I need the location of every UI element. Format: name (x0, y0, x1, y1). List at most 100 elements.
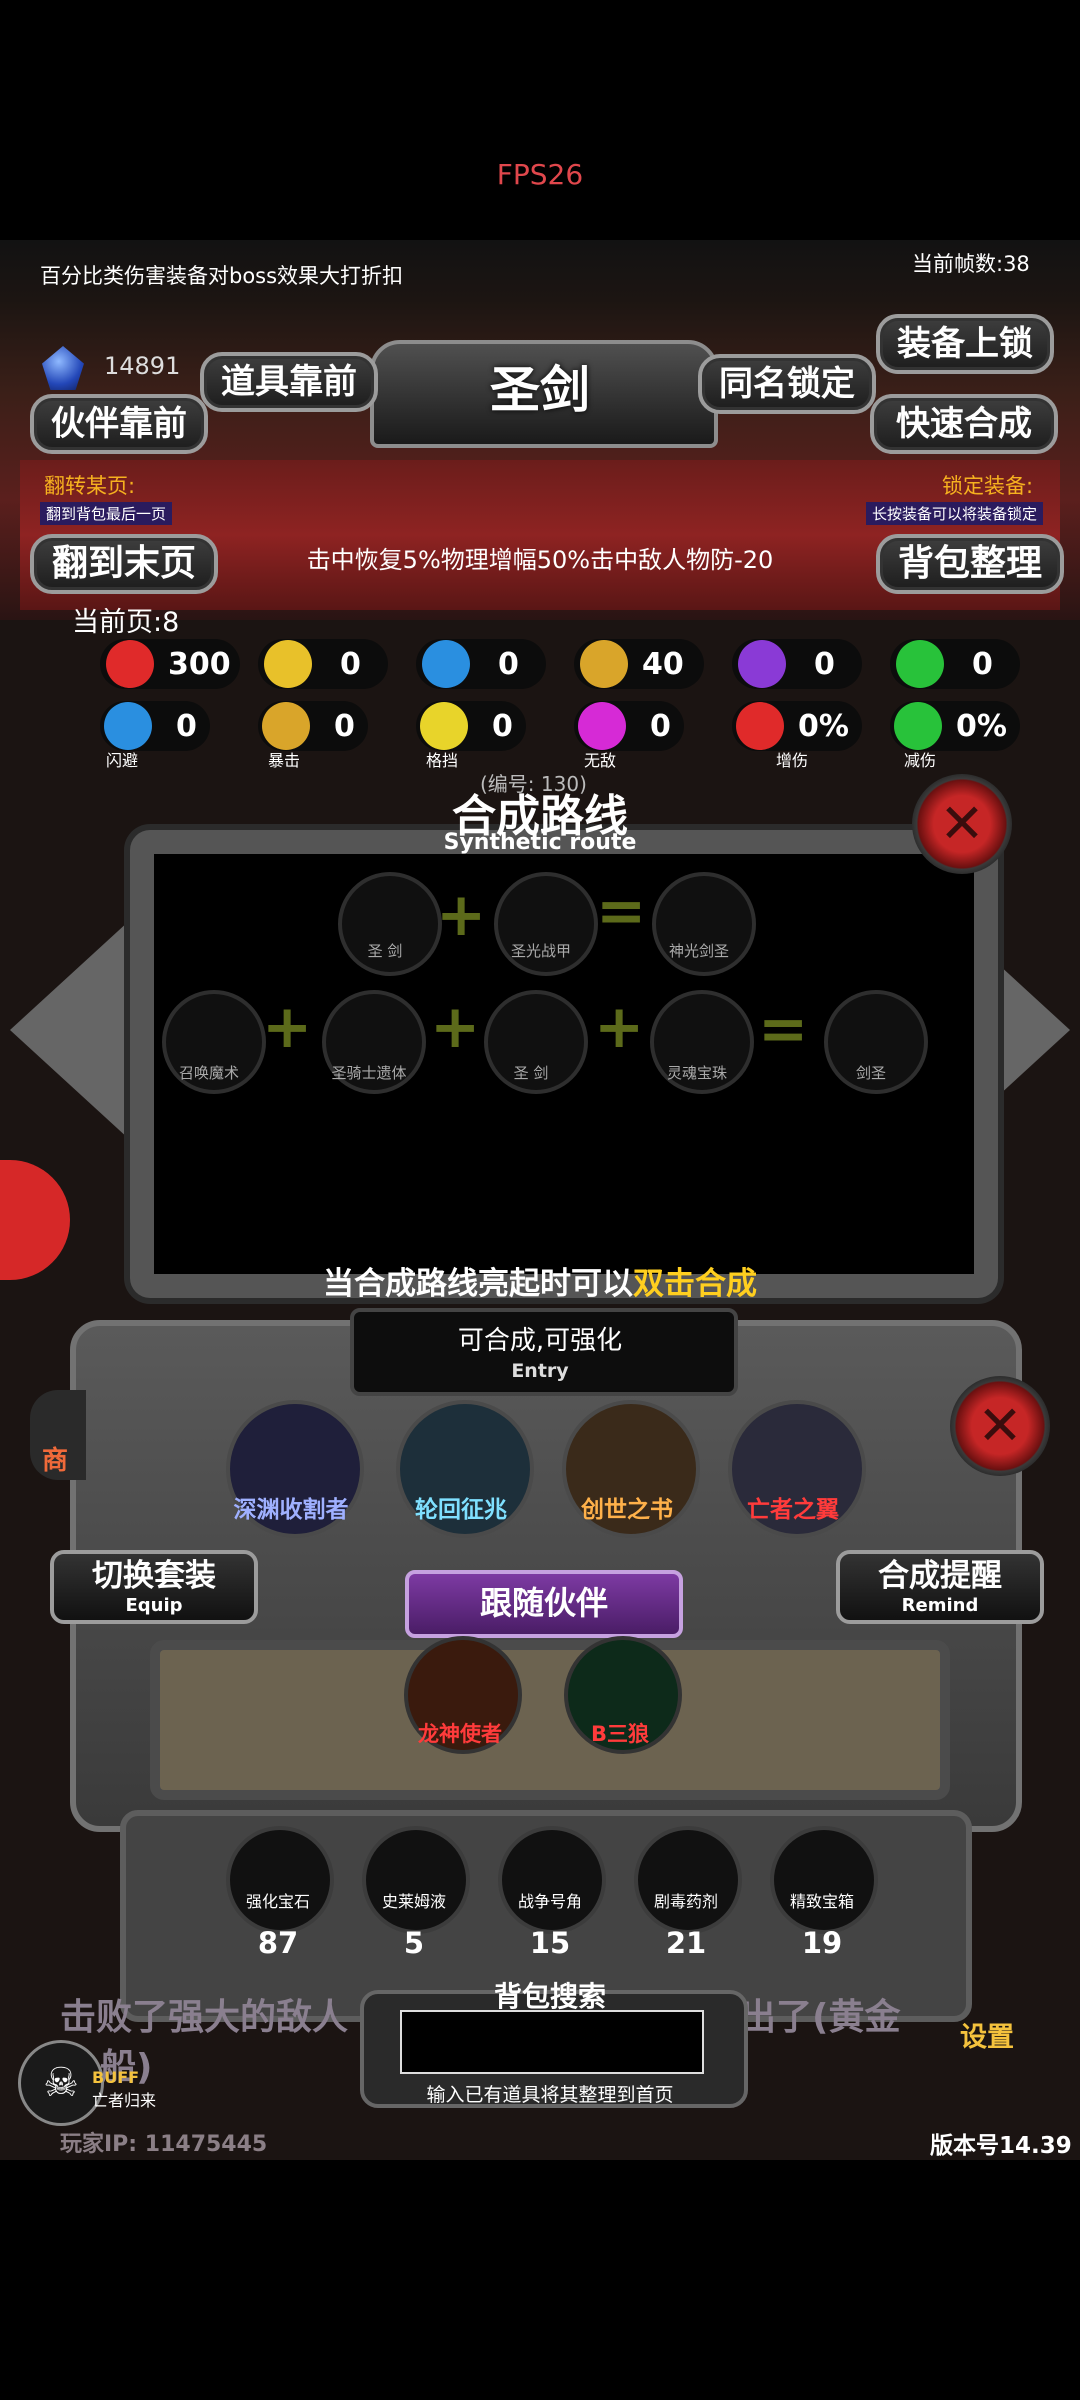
merge-remind-button[interactable]: 合成提醒 Remind (836, 1550, 1044, 1624)
item-name: 深渊收割者 (233, 1497, 349, 1523)
stat-invincible: 0 无敌 (574, 701, 684, 770)
helmet-icon (422, 640, 470, 688)
stat-hp: 300 (100, 639, 240, 689)
stats-row-2: 0 闪避 0 暴击 0 格挡 0 无敌 0% 增伤 0% 减伤 (90, 696, 1040, 776)
merge-hint-1: 当合成路线亮起时可以双击合成 (323, 1266, 757, 1302)
fps-counter: FPS26 (496, 158, 584, 191)
tip-text: 百分比类伤害装备对boss效果大打折扣 (40, 264, 404, 288)
last-page-button[interactable]: 翻到末页 (30, 534, 218, 594)
stat-label: 闪避 (106, 751, 139, 770)
stat-value: 0% (956, 709, 1007, 744)
bag-sort-button[interactable]: 背包整理 (876, 534, 1064, 594)
stat-value: 40 (642, 647, 684, 682)
slot-label: 圣 剑 (367, 942, 403, 960)
invincible-icon (578, 702, 626, 750)
stat-label: 增伤 (776, 751, 809, 770)
stat-damage-up: 0% 增伤 (732, 701, 862, 770)
slot-label: 圣光战甲 (510, 942, 571, 960)
stat-value: 300 (168, 647, 231, 682)
slot-label: 神光剑圣 (668, 942, 729, 960)
material-slot-4[interactable] (634, 1826, 742, 1934)
slot-label: 灵魂宝珠 (666, 1064, 727, 1082)
shop-label: 商 (42, 1446, 69, 1476)
close-entry-button[interactable]: ✕ (950, 1376, 1050, 1476)
block-icon (420, 702, 468, 750)
material-slot-5[interactable] (770, 1826, 878, 1934)
material-name: 史莱姆液 (381, 1892, 446, 1911)
material-name: 精致宝箱 (789, 1892, 854, 1911)
stat-strength: 0 (258, 639, 388, 689)
avatar-icon[interactable] (0, 1160, 70, 1280)
quick-merge-button[interactable]: 快速合成 (870, 394, 1058, 454)
stat-value: 0 (334, 709, 355, 744)
material-name: 强化宝石 (245, 1892, 310, 1911)
material-slot-1[interactable] (226, 1826, 334, 1934)
crit-icon (262, 702, 310, 750)
stat-label: 格挡 (426, 751, 459, 770)
player-ip: 玩家IP: 11475445 (60, 2132, 268, 2157)
plus-icon: + (594, 992, 645, 1062)
material-name: 战争号角 (517, 1892, 582, 1911)
partner-name: 龙神使者 (418, 1722, 502, 1746)
stat-luck: 0 (890, 639, 1020, 689)
stat-label: 暴击 (268, 751, 301, 770)
items-front-button[interactable]: 道具靠前 (200, 352, 378, 412)
version-number: 版本号14.39 (930, 2133, 1072, 2159)
material-slot-2[interactable] (362, 1826, 470, 1934)
stat-value: 0 (972, 647, 993, 682)
same-name-lock-button[interactable]: 同名锁定 (698, 354, 876, 414)
partner-header: 跟随伙伴 (405, 1570, 683, 1638)
stat-crit: 0 暴击 (258, 701, 368, 770)
sword-icon (580, 640, 628, 688)
stat-value: 0% (798, 709, 849, 744)
plus-icon: + (262, 992, 313, 1062)
scroll-message-right: 出了(黄金 (740, 1997, 901, 2038)
material-count: 21 (665, 1926, 707, 1960)
heart-icon (106, 640, 154, 688)
close-icon: ✕ (977, 1394, 1023, 1457)
flip-page-hint: 翻到背包最后一页 (40, 502, 173, 525)
close-route-button[interactable]: ✕ (912, 774, 1012, 874)
stat-value: 0 (498, 647, 519, 682)
scroll-message-left: 击败了强大的敌人 (60, 1997, 349, 2038)
equip-lock-button[interactable]: 装备上锁 (876, 314, 1054, 374)
stat-value: 0 (814, 647, 835, 682)
damage-down-icon (894, 702, 942, 750)
prev-arrow-icon[interactable] (10, 920, 130, 1140)
bag-search-input[interactable] (400, 2010, 704, 2074)
item-title: 圣剑 (490, 361, 590, 419)
shop-tab[interactable]: 商 (30, 1390, 86, 1480)
search-label: 背包搜索 (493, 1980, 606, 2013)
entry-subtitle: Entry (511, 1360, 569, 1382)
switch-set-button[interactable]: 切换套装 Equip (50, 1550, 258, 1624)
search-hint: 输入已有道具将其整理到首页 (426, 2084, 674, 2106)
flip-page-label: 翻转某页: (44, 474, 136, 498)
material-count: 15 (529, 1926, 571, 1960)
lightning-icon (738, 640, 786, 688)
material-slot-3[interactable] (498, 1826, 606, 1934)
stat-label: 无敌 (584, 751, 617, 770)
item-name: 亡者之翼 (747, 1497, 839, 1523)
stat-value: 0 (340, 647, 361, 682)
stat-value: 0 (176, 709, 197, 744)
partner-front-button[interactable]: 伙伴靠前 (30, 394, 208, 454)
clover-icon (896, 640, 944, 688)
equals-icon: = (758, 994, 809, 1064)
stat-value: 0 (492, 709, 513, 744)
lock-equip-hint: 长按装备可以将装备锁定 (866, 502, 1044, 525)
item-name: 轮回征兆 (415, 1497, 507, 1523)
dodge-icon (104, 702, 152, 750)
buff-label: BUFF 亡者归来 (92, 2068, 157, 2110)
stat-dodge: 0 闪避 (100, 701, 210, 770)
stats-row-1: 300 0 0 40 0 0 (90, 634, 1040, 694)
stat-value: 0 (650, 709, 671, 744)
entry-text: 可合成,可强化 (457, 1326, 623, 1356)
slot-label: 剑圣 (855, 1064, 886, 1082)
lock-equip-label: 锁定装备: (942, 474, 1034, 498)
stat-damage-down: 0% 减伤 (890, 701, 1020, 770)
frame-counter: 当前帧数:38 (912, 252, 1030, 276)
plus-icon: + (430, 992, 481, 1062)
material-count: 87 (257, 1926, 299, 1960)
muscle-icon (264, 640, 312, 688)
settings-button[interactable]: 设置 (960, 2015, 1014, 2054)
